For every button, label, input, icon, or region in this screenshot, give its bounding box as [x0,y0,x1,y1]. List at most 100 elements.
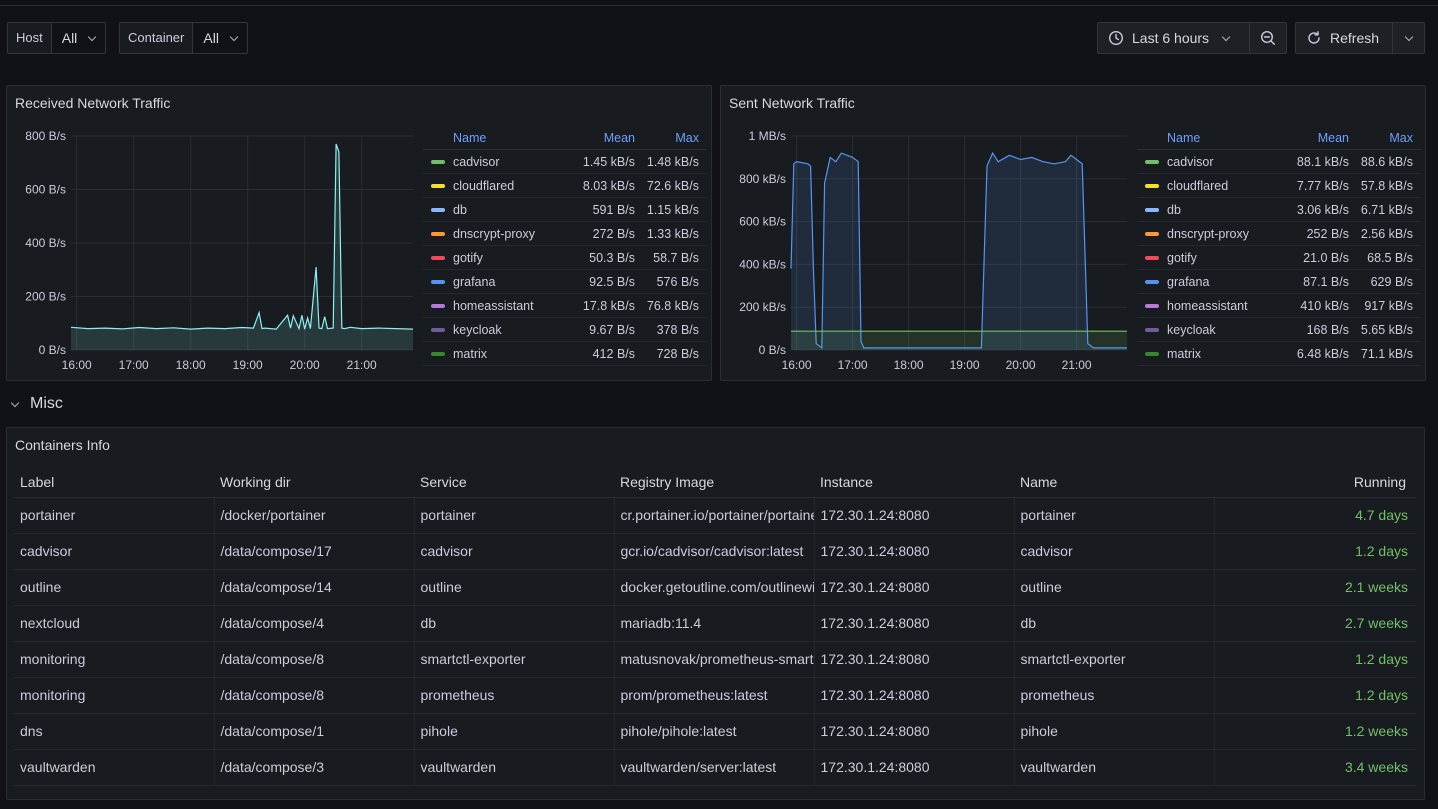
legend-item-homeassistant[interactable]: homeassistant 410 kB/s 917 kB/s [1137,294,1421,318]
container-variable-select[interactable]: All [193,23,247,53]
legend-max-value: 2.56 kB/s [1360,226,1413,241]
legend-mean-value: 8.03 kB/s [582,178,635,193]
table-cell: mariadb:11.4 [614,605,815,642]
legend-header-max[interactable]: Max [1349,131,1421,145]
legend-max-value: 1.33 kB/s [646,226,699,241]
time-range-button[interactable]: Last 6 hours [1098,23,1249,53]
x-tick-label: 21:00 [347,358,377,372]
legend-item-gotify[interactable]: gotify 50.3 B/s 58.7 B/s [423,246,707,270]
legend-item-matrix[interactable]: matrix 6.48 kB/s 71.1 kB/s [1137,342,1421,366]
column-header-working-dir[interactable]: Working dir [214,468,414,498]
zoom-out-button[interactable] [1249,23,1286,53]
refresh-button[interactable]: Refresh [1296,23,1392,53]
table-cell: pihole [1014,713,1215,750]
y-tick-label: 600 kB/s [739,215,786,229]
table-row[interactable]: portainer/docker/portainer portainer cr.po… [14,497,1416,534]
legend-color-swatch [431,183,445,188]
legend-color-swatch [431,303,445,308]
received-legend: Name Mean Max cadvisor 1.45 kB/s 1.48 kB/s… [423,126,707,366]
table-cell: /data/compose/8 [214,641,415,678]
legend-item-keycloak[interactable]: keycloak 9.67 B/s 378 B/s [423,318,707,342]
table-row[interactable]: vaultwarden/data/compose/3 vaultwarden vau… [14,749,1416,786]
legend-max-value: 88.6 kB/s [1360,154,1413,169]
host-variable[interactable]: Host All [7,22,107,54]
legend-item-cadvisor[interactable]: cadvisor 88.1 kB/s 88.6 kB/s [1137,150,1421,174]
legend-color-swatch [431,231,445,236]
legend-header-mean[interactable]: Mean [555,131,635,145]
legend-mean-value: 3.06 kB/s [1296,202,1349,217]
column-header-registry-image[interactable]: Registry Image [614,468,814,498]
misc-row-header[interactable]: Misc [10,395,63,413]
table-row[interactable]: dns/data/compose/1 pihole pihole/pihole:la… [14,713,1416,750]
legend-item-dnscrypt-proxy[interactable]: dnscrypt-proxy 272 B/s 1.33 kB/s [423,222,707,246]
host-variable-select[interactable]: All [52,23,106,53]
time-range-label: Last 6 hours [1132,30,1210,46]
table-row[interactable]: monitoring/data/compose/8 prometheus prom/… [14,677,1416,714]
container-variable[interactable]: Container All [119,22,248,54]
legend-item-db[interactable]: db 591 B/s 1.15 kB/s [423,198,707,222]
legend-header-name[interactable]: Name [1137,131,1269,145]
table-cell: db [1014,605,1215,642]
legend-max-value: 68.5 B/s [1367,250,1413,265]
legend-item-dnscrypt-proxy[interactable]: dnscrypt-proxy 252 B/s 2.56 kB/s [1137,222,1421,246]
legend-mean-value: 92.5 B/s [589,274,635,289]
sent-traffic-panel[interactable]: Sent Network Traffic 0 B/s 200 kB/s 400 kB… [720,85,1426,381]
legend-mean-value: 17.8 kB/s [582,298,635,313]
legend-series-name: keycloak [423,323,555,337]
legend-header-max[interactable]: Max [635,131,707,145]
legend-mean-value: 272 B/s [592,226,635,241]
legend-item-matrix[interactable]: matrix 412 B/s 728 B/s [423,342,707,366]
legend-item-cloudflared[interactable]: cloudflared 7.77 kB/s 57.8 kB/s [1137,174,1421,198]
table-cell: /data/compose/8 [214,677,415,714]
received-traffic-chart[interactable]: 0 B/s 200 B/s 400 B/s 600 B/s 800 B/s 16:00 17… [7,86,427,381]
sent-traffic-chart[interactable]: 0 B/s 200 kB/s 400 kB/s 600 kB/s 800 kB/s 1 M… [721,86,1141,381]
y-tick-label: 400 kB/s [739,257,786,271]
table-row[interactable]: monitoring/data/compose/8 smartctl-export… [14,641,1416,678]
legend-item-db[interactable]: db 3.06 kB/s 6.71 kB/s [1137,198,1421,222]
column-header-service[interactable]: Service [414,468,614,498]
table-cell: /docker/portainer [214,497,415,534]
table-row[interactable]: nextcloud/data/compose/4 db mariadb:11.4 17… [14,605,1416,642]
table-cell: prometheus [1014,677,1215,714]
column-header-running[interactable]: Running [1214,468,1416,498]
legend-max-value: 576 B/s [656,274,699,289]
legend-series-label: cloudflared [1167,178,1229,193]
table-row[interactable]: outline/data/compose/14 outline docker.get… [14,569,1416,606]
legend-color-swatch [431,279,445,284]
refresh-interval-button[interactable] [1392,23,1424,53]
x-tick-label: 20:00 [290,358,320,372]
legend-max-value: 6.71 kB/s [1360,202,1413,217]
legend-item-keycloak[interactable]: keycloak 168 B/s 5.65 kB/s [1137,318,1421,342]
table-cell: db [414,605,615,642]
legend-mean-value: 9.67 B/s [589,322,635,337]
legend-item-homeassistant[interactable]: homeassistant 17.8 kB/s 76.8 kB/s [423,294,707,318]
received-traffic-panel[interactable]: Received Network Traffic 0 B/s 200 B/s 400… [6,85,712,381]
legend-series-label: homeassistant [1167,298,1248,313]
time-picker[interactable]: Last 6 hours [1097,22,1287,54]
legend-color-swatch [1145,327,1159,332]
legend-header-name[interactable]: Name [423,131,555,145]
legend-color-swatch [431,207,445,212]
legend-item-grafana[interactable]: grafana 92.5 B/s 576 B/s [423,270,707,294]
chevron-down-icon [10,398,20,407]
legend-color-swatch [1145,351,1159,356]
container-variable-label: Container [120,23,194,53]
legend-header-mean[interactable]: Mean [1269,131,1349,145]
refresh-picker[interactable]: Refresh [1295,22,1425,54]
legend-item-cloudflared[interactable]: cloudflared 8.03 kB/s 72.6 kB/s [423,174,707,198]
table-cell: smartctl-exporter [1014,641,1215,678]
y-tick-label: 200 B/s [25,290,66,304]
legend-item-grafana[interactable]: grafana 87.1 B/s 629 B/s [1137,270,1421,294]
chevron-down-icon [229,32,239,41]
y-tick-label: 0 B/s [759,343,786,357]
column-header-instance[interactable]: Instance [814,468,1014,498]
table-cell: prometheus [414,677,615,714]
legend-max-value: 378 B/s [656,322,699,337]
column-header-label[interactable]: Label [14,468,214,498]
legend-item-cadvisor[interactable]: cadvisor 1.45 kB/s 1.48 kB/s [423,150,707,174]
legend-mean-value: 88.1 kB/s [1296,154,1349,169]
column-header-name[interactable]: Name [1014,468,1214,498]
legend-item-gotify[interactable]: gotify 21.0 B/s 68.5 B/s [1137,246,1421,270]
table-cell: 172.30.1.24:8080 [814,713,1015,750]
table-row[interactable]: cadvisor/data/compose/17 cadvisor gcr.io/c… [14,533,1416,570]
